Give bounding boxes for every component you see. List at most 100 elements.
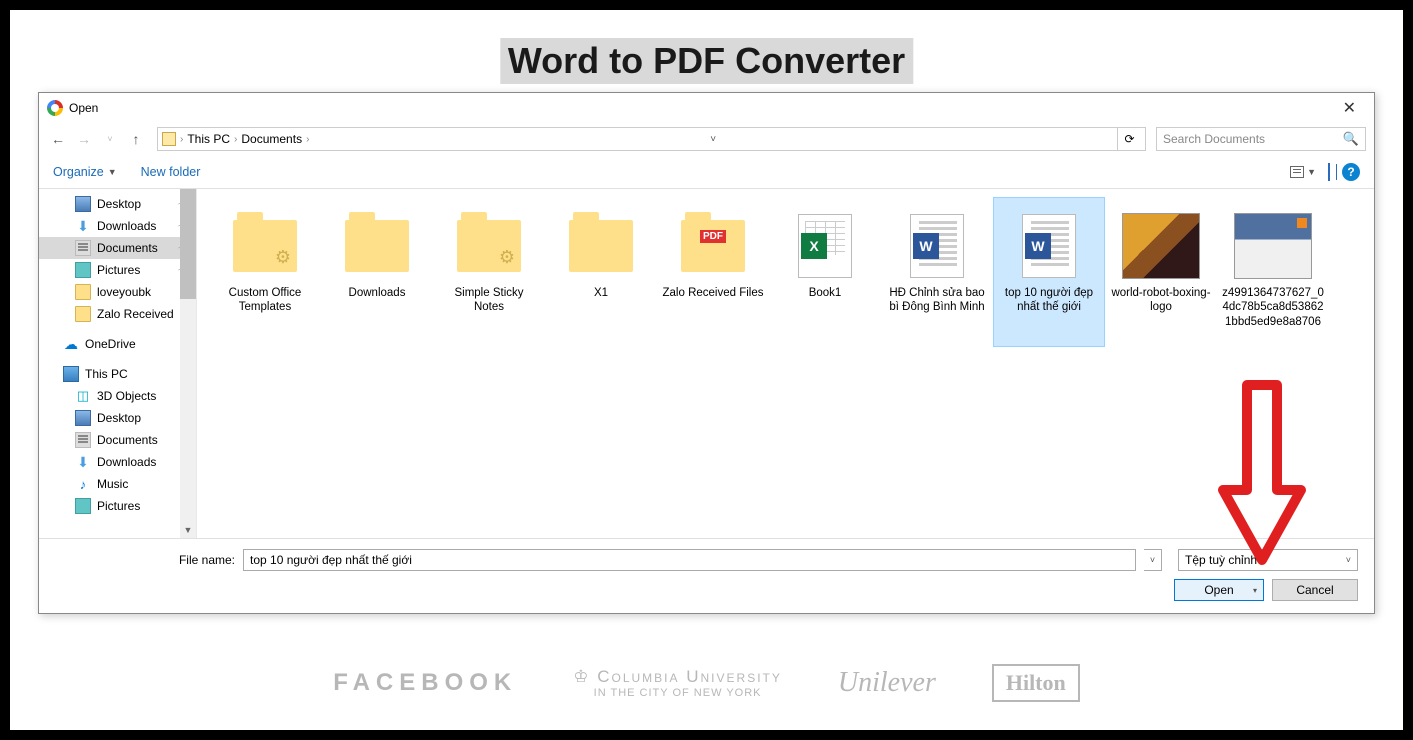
open-button[interactable]: Open (1174, 579, 1264, 601)
file-label: Book1 (809, 286, 842, 300)
toolbar: Organize ▼ New folder ▼ ? (39, 155, 1374, 189)
sidebar-item-pictures[interactable]: Pictures📌 (39, 259, 196, 281)
folder-icon (75, 306, 91, 322)
sidebar-item-music[interactable]: ♪Music (39, 473, 196, 495)
titlebar: Open ✕ (39, 93, 1374, 123)
folder-icon (75, 284, 91, 300)
chevron-right-icon: › (234, 134, 237, 145)
recent-dropdown[interactable]: ˅ (99, 128, 121, 150)
brand-row: FACEBOOK ♔ Columbia UniversityIN THE CIT… (10, 664, 1403, 702)
path-dropdown[interactable]: ˅ (710, 134, 716, 145)
file-label: Custom Office Templates (214, 286, 316, 315)
file-thumb (895, 210, 979, 282)
sidebar-item-pictures[interactable]: Pictures (39, 495, 196, 517)
file-label: X1 (594, 286, 608, 300)
breadcrumb[interactable]: › This PC › Documents › ˅ ⟳ (157, 127, 1146, 151)
forward-button[interactable]: → (73, 128, 95, 150)
file-label: z4991364737627_04dc78b5ca8d538621bbd5ed9… (1222, 286, 1324, 329)
help-button[interactable]: ? (1342, 163, 1360, 181)
file-thumb (223, 210, 307, 282)
file-tile[interactable]: z4991364737627_04dc78b5ca8d538621bbd5ed9… (1217, 197, 1329, 347)
folder-icon (162, 132, 176, 146)
view-button[interactable]: ▼ (1290, 166, 1316, 178)
onedrive-icon: ☁ (63, 336, 79, 352)
music-icon: ♪ (75, 476, 91, 492)
file-thumb (1231, 210, 1315, 282)
document-icon (75, 432, 91, 448)
pc-icon (63, 366, 79, 382)
sidebar-item-3dobjects[interactable]: ◫3D Objects (39, 385, 196, 407)
facebook-logo: FACEBOOK (333, 669, 517, 697)
chevron-right-icon: › (306, 134, 309, 145)
filename-dropdown[interactable]: ˅ (1144, 549, 1162, 571)
document-icon (75, 240, 91, 256)
preview-pane-button[interactable] (1328, 164, 1330, 180)
cancel-button[interactable]: Cancel (1272, 579, 1358, 601)
file-tile[interactable]: Custom Office Templates (209, 197, 321, 347)
breadcrumb-current[interactable]: Documents (241, 132, 302, 146)
3d-icon: ◫ (75, 388, 91, 404)
file-tile[interactable]: top 10 người đẹp nhất thế giới (993, 197, 1105, 347)
search-input[interactable]: Search Documents 🔍 (1156, 127, 1366, 151)
organize-button[interactable]: Organize ▼ (53, 165, 117, 179)
file-thumb (1007, 210, 1091, 282)
file-thumb (1119, 210, 1203, 282)
refresh-button[interactable]: ⟳ (1117, 127, 1141, 151)
file-thumb (783, 210, 867, 282)
sidebar-item-folder[interactable]: Zalo Received (39, 303, 196, 325)
file-label: Downloads (349, 286, 406, 300)
file-tile[interactable]: HĐ Chỉnh sửa bao bì Đông Bình Minh (881, 197, 993, 347)
file-thumb (447, 210, 531, 282)
sidebar-item-folder[interactable]: loveyoubk (39, 281, 196, 303)
file-label: top 10 người đẹp nhất thế giới (998, 286, 1100, 315)
sidebar-item-downloads[interactable]: ⬇Downloads📌 (39, 215, 196, 237)
sidebar: Desktop📌 ⬇Downloads📌 Documents📌 Pictures… (39, 189, 197, 538)
file-tile[interactable]: X1 (545, 197, 657, 347)
sidebar-item-onedrive[interactable]: ☁OneDrive (39, 333, 196, 355)
file-tile[interactable]: world-robot-boxing-logo (1105, 197, 1217, 347)
filename-label: File name: (55, 553, 235, 567)
pictures-icon (75, 498, 91, 514)
chevron-right-icon: › (180, 134, 183, 145)
desktop-icon (75, 410, 91, 426)
sidebar-item-documents[interactable]: Documents📌 (39, 237, 196, 259)
file-tile[interactable]: Simple Sticky Notes (433, 197, 545, 347)
navbar: ← → ˅ ↑ › This PC › Documents › ˅ ⟳ Sear… (39, 123, 1374, 155)
file-thumb (671, 210, 755, 282)
file-tile[interactable]: Zalo Received Files (657, 197, 769, 347)
file-pane[interactable]: Custom Office Templates Downloads Simple S… (197, 189, 1374, 538)
file-thumb (559, 210, 643, 282)
close-button[interactable]: ✕ (1333, 96, 1366, 120)
breadcrumb-root[interactable]: This PC (187, 132, 230, 146)
search-icon: 🔍 (1343, 131, 1359, 147)
unilever-logo: Unilever (838, 667, 936, 699)
sidebar-item-documents[interactable]: Documents (39, 429, 196, 451)
chrome-icon (47, 100, 63, 116)
file-tile[interactable]: Book1 (769, 197, 881, 347)
page-title: Word to PDF Converter (500, 38, 913, 84)
new-folder-button[interactable]: New folder (141, 165, 201, 179)
sidebar-scrollbar[interactable]: ▲▼ (180, 189, 196, 538)
hilton-logo: Hilton (992, 664, 1080, 702)
download-icon: ⬇ (75, 218, 91, 234)
filename-input[interactable] (243, 549, 1136, 571)
download-icon: ⬇ (75, 454, 91, 470)
dialog-title: Open (69, 101, 98, 115)
file-label: Simple Sticky Notes (438, 286, 540, 315)
file-tile[interactable]: Downloads (321, 197, 433, 347)
back-button[interactable]: ← (47, 128, 69, 150)
sidebar-item-thispc[interactable]: This PC (39, 363, 196, 385)
pictures-icon (75, 262, 91, 278)
search-placeholder: Search Documents (1163, 132, 1265, 146)
file-thumb (335, 210, 419, 282)
file-label: world-robot-boxing-logo (1110, 286, 1212, 315)
sidebar-item-desktop[interactable]: Desktop (39, 407, 196, 429)
sidebar-item-downloads[interactable]: ⬇Downloads (39, 451, 196, 473)
dialog-footer: File name: ˅ Tệp tuỳ chỉnh˅ Open Cancel (39, 539, 1374, 613)
up-button[interactable]: ↑ (125, 128, 147, 150)
sidebar-item-desktop[interactable]: Desktop📌 (39, 193, 196, 215)
file-label: Zalo Received Files (663, 286, 764, 300)
desktop-icon (75, 196, 91, 212)
file-label: HĐ Chỉnh sửa bao bì Đông Bình Minh (886, 286, 988, 315)
filetype-select[interactable]: Tệp tuỳ chỉnh˅ (1178, 549, 1358, 571)
